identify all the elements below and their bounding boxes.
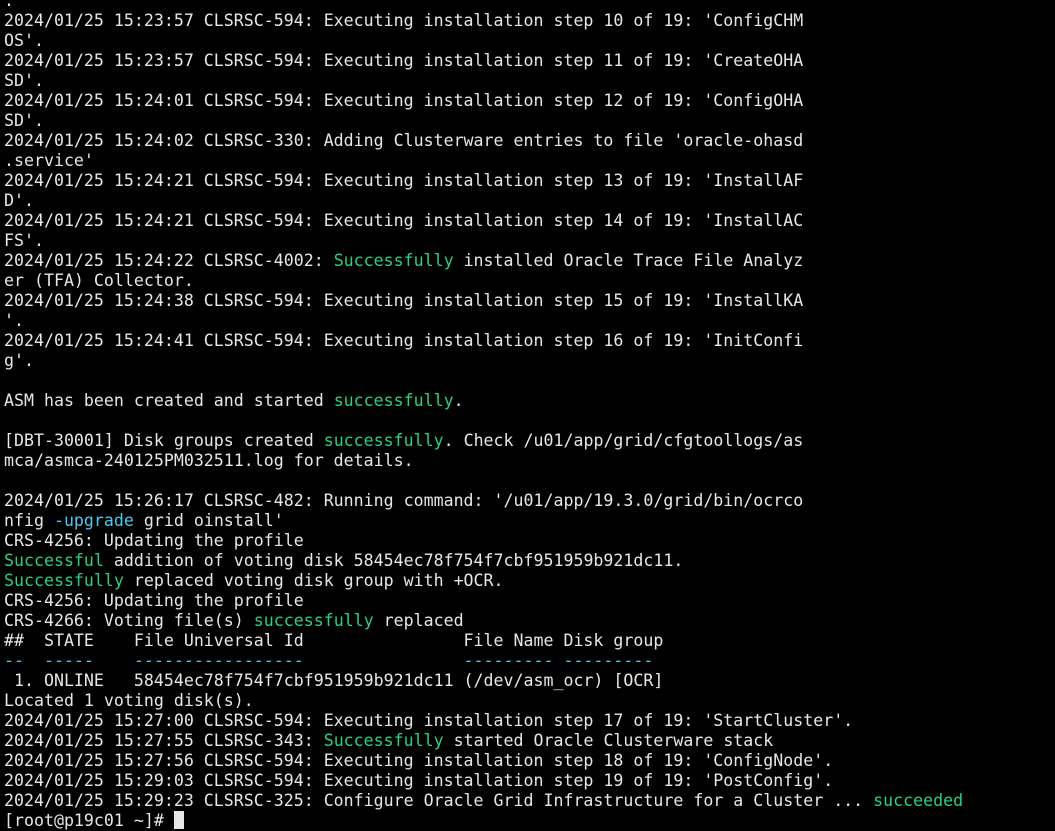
terminal-line: 2024/01/25 15:26:17 CLSRSC-482: Running … [4, 491, 1055, 511]
terminal-text: 2024/01/25 15:24:21 CLSRSC-594: Executin… [4, 211, 804, 230]
terminal-line: 2024/01/25 15:23:57 CLSRSC-594: Executin… [4, 51, 1055, 71]
terminal-text: SD'. [4, 71, 44, 90]
terminal-text: 2024/01/25 15:26:17 CLSRSC-482: Running … [4, 491, 804, 510]
terminal-text: ASM has been created and started [4, 391, 334, 410]
success-text: successfully [333, 391, 454, 410]
terminal-line: nfig -upgrade grid oinstall' [4, 511, 1055, 531]
terminal-line: 2024/01/25 15:29:03 CLSRSC-594: Executin… [4, 771, 1055, 791]
terminal-text: 2024/01/25 15:27:55 CLSRSC-343: [4, 731, 324, 750]
terminal-line: -- ----- ----------------- --------- ---… [4, 651, 1055, 671]
terminal-text: FS'. [4, 231, 44, 250]
terminal-line: 2024/01/25 15:24:21 CLSRSC-594: Executin… [4, 211, 1055, 231]
terminal-line: 2024/01/25 15:23:57 CLSRSC-594: Executin… [4, 11, 1055, 31]
terminal-text: 2024/01/25 15:23:57 CLSRSC-594: Executin… [4, 11, 804, 30]
terminal-text: [DBT-30001] Disk groups created [4, 431, 324, 450]
terminal-line: ## STATE File Universal Id File Name Dis… [4, 631, 1055, 651]
terminal-output: . 2024/01/25 15:23:57 CLSRSC-594: Executi… [4, 0, 1055, 811]
terminal-line: SD'. [4, 111, 1055, 131]
terminal-line: . [4, 0, 1055, 11]
text-cursor [173, 811, 184, 829]
terminal-line: CRS-4256: Updating the profile [4, 591, 1055, 611]
terminal-line: OS'. [4, 31, 1055, 51]
terminal-text: CRS-4266: Voting file(s) [4, 611, 254, 630]
success-text: Successful [4, 551, 104, 570]
terminal-line: 2024/01/25 15:27:55 CLSRSC-343: Successf… [4, 731, 1055, 751]
terminal-text: . Check /u01/app/grid/cfgtoollogs/as [443, 431, 804, 450]
highlight-text: -- ----- ----------------- --------- ---… [4, 651, 654, 670]
terminal-text: 2024/01/25 15:24:22 CLSRSC-4002: [4, 251, 334, 270]
terminal-line: 2024/01/25 15:29:23 CLSRSC-325: Configur… [4, 791, 1055, 811]
terminal-text: . [4, 0, 14, 10]
terminal-line: CRS-4266: Voting file(s) successfully re… [4, 611, 1055, 631]
terminal-text: D'. [4, 191, 34, 210]
terminal-line: 1. ONLINE 58454ec78f754f7cbf951959b921dc… [4, 671, 1055, 691]
terminal-text: 2024/01/25 15:27:00 CLSRSC-594: Executin… [4, 711, 854, 730]
terminal-text: 2024/01/25 15:29:03 CLSRSC-594: Executin… [4, 771, 834, 790]
prompt-text: [root@p19c01 ~]# [4, 811, 174, 830]
terminal-text: installed Oracle Trace File Analyz [453, 251, 804, 270]
terminal-text: CRS-4256: Updating the profile [4, 591, 304, 610]
terminal-text: SD'. [4, 111, 44, 130]
terminal-text: g'. [4, 351, 34, 370]
terminal-line: Successful addition of voting disk 58454… [4, 551, 1055, 571]
terminal-text: 2024/01/25 15:24:38 CLSRSC-594: Executin… [4, 291, 804, 310]
terminal-line: 2024/01/25 15:24:41 CLSRSC-594: Executin… [4, 331, 1055, 351]
terminal-line: '. [4, 311, 1055, 331]
terminal-text: 2024/01/25 15:24:02 CLSRSC-330: Adding C… [4, 131, 804, 150]
terminal-line: [DBT-30001] Disk groups created successf… [4, 431, 1055, 451]
terminal-text: replaced [373, 611, 464, 630]
terminal-line: mca/asmca-240125PM032511.log for details… [4, 451, 1055, 471]
terminal-line: 2024/01/25 15:24:21 CLSRSC-594: Executin… [4, 171, 1055, 191]
terminal-line: 2024/01/25 15:24:02 CLSRSC-330: Adding C… [4, 131, 1055, 151]
terminal-text: er (TFA) Collector. [4, 271, 194, 290]
terminal-text: .service' [4, 151, 94, 170]
success-text: Successfully [4, 571, 124, 590]
terminal-text: nfig [4, 511, 54, 530]
terminal-text: 2024/01/25 15:24:21 CLSRSC-594: Executin… [4, 171, 804, 190]
terminal-line: FS'. [4, 231, 1055, 251]
terminal-line: CRS-4256: Updating the profile [4, 531, 1055, 551]
terminal-text: 2024/01/25 15:24:41 CLSRSC-594: Executin… [4, 331, 804, 350]
terminal-line: Successfully replaced voting disk group … [4, 571, 1055, 591]
terminal-text: addition of voting disk 58454ec78f754f7c… [103, 551, 684, 570]
terminal-text: . [453, 391, 464, 410]
terminal-line: er (TFA) Collector. [4, 271, 1055, 291]
terminal-line: 2024/01/25 15:27:00 CLSRSC-594: Executin… [4, 711, 1055, 731]
terminal-line: SD'. [4, 71, 1055, 91]
terminal-text: '. [4, 311, 24, 330]
success-text: Successfully [333, 251, 454, 270]
terminal-line: g'. [4, 351, 1055, 371]
terminal-text: OS'. [4, 31, 44, 50]
terminal-text: replaced voting disk group with +OCR. [123, 571, 504, 590]
terminal-text: 2024/01/25 15:27:56 CLSRSC-594: Executin… [4, 751, 834, 770]
terminal-line: 2024/01/25 15:24:22 CLSRSC-4002: Success… [4, 251, 1055, 271]
terminal-text: 2024/01/25 15:29:23 CLSRSC-325: Configur… [4, 791, 874, 810]
command-prompt[interactable]: [root@p19c01 ~]# [4, 811, 1055, 831]
terminal-line: 2024/01/25 15:24:01 CLSRSC-594: Executin… [4, 91, 1055, 111]
terminal-line: .service' [4, 151, 1055, 171]
terminal-line: 2024/01/25 15:27:56 CLSRSC-594: Executin… [4, 751, 1055, 771]
terminal-text: ## STATE File Universal Id File Name Dis… [4, 631, 664, 650]
terminal-text: grid oinstall' [133, 511, 284, 530]
success-text: successfully [253, 611, 374, 630]
terminal-line: 2024/01/25 15:24:38 CLSRSC-594: Executin… [4, 291, 1055, 311]
success-text: succeeded [873, 791, 964, 810]
terminal-line: ASM has been created and started success… [4, 391, 1055, 411]
terminal-text: Located 1 voting disk(s). [4, 691, 254, 710]
terminal-text: 2024/01/25 15:23:57 CLSRSC-594: Executin… [4, 51, 804, 70]
terminal-text: CRS-4256: Updating the profile [4, 531, 304, 550]
terminal-text: mca/asmca-240125PM032511.log for details… [4, 451, 414, 470]
terminal-line: D'. [4, 191, 1055, 211]
terminal-text: started Oracle Clusterware stack [443, 731, 774, 750]
terminal-window[interactable]: . 2024/01/25 15:23:57 CLSRSC-594: Executi… [0, 0, 1055, 831]
highlight-text: -upgrade [53, 511, 134, 530]
terminal-text: 1. ONLINE 58454ec78f754f7cbf951959b921dc… [4, 671, 664, 690]
success-text: successfully [323, 431, 444, 450]
success-text: Successfully [323, 731, 444, 750]
terminal-line: Located 1 voting disk(s). [4, 691, 1055, 711]
terminal-text: 2024/01/25 15:24:01 CLSRSC-594: Executin… [4, 91, 804, 110]
